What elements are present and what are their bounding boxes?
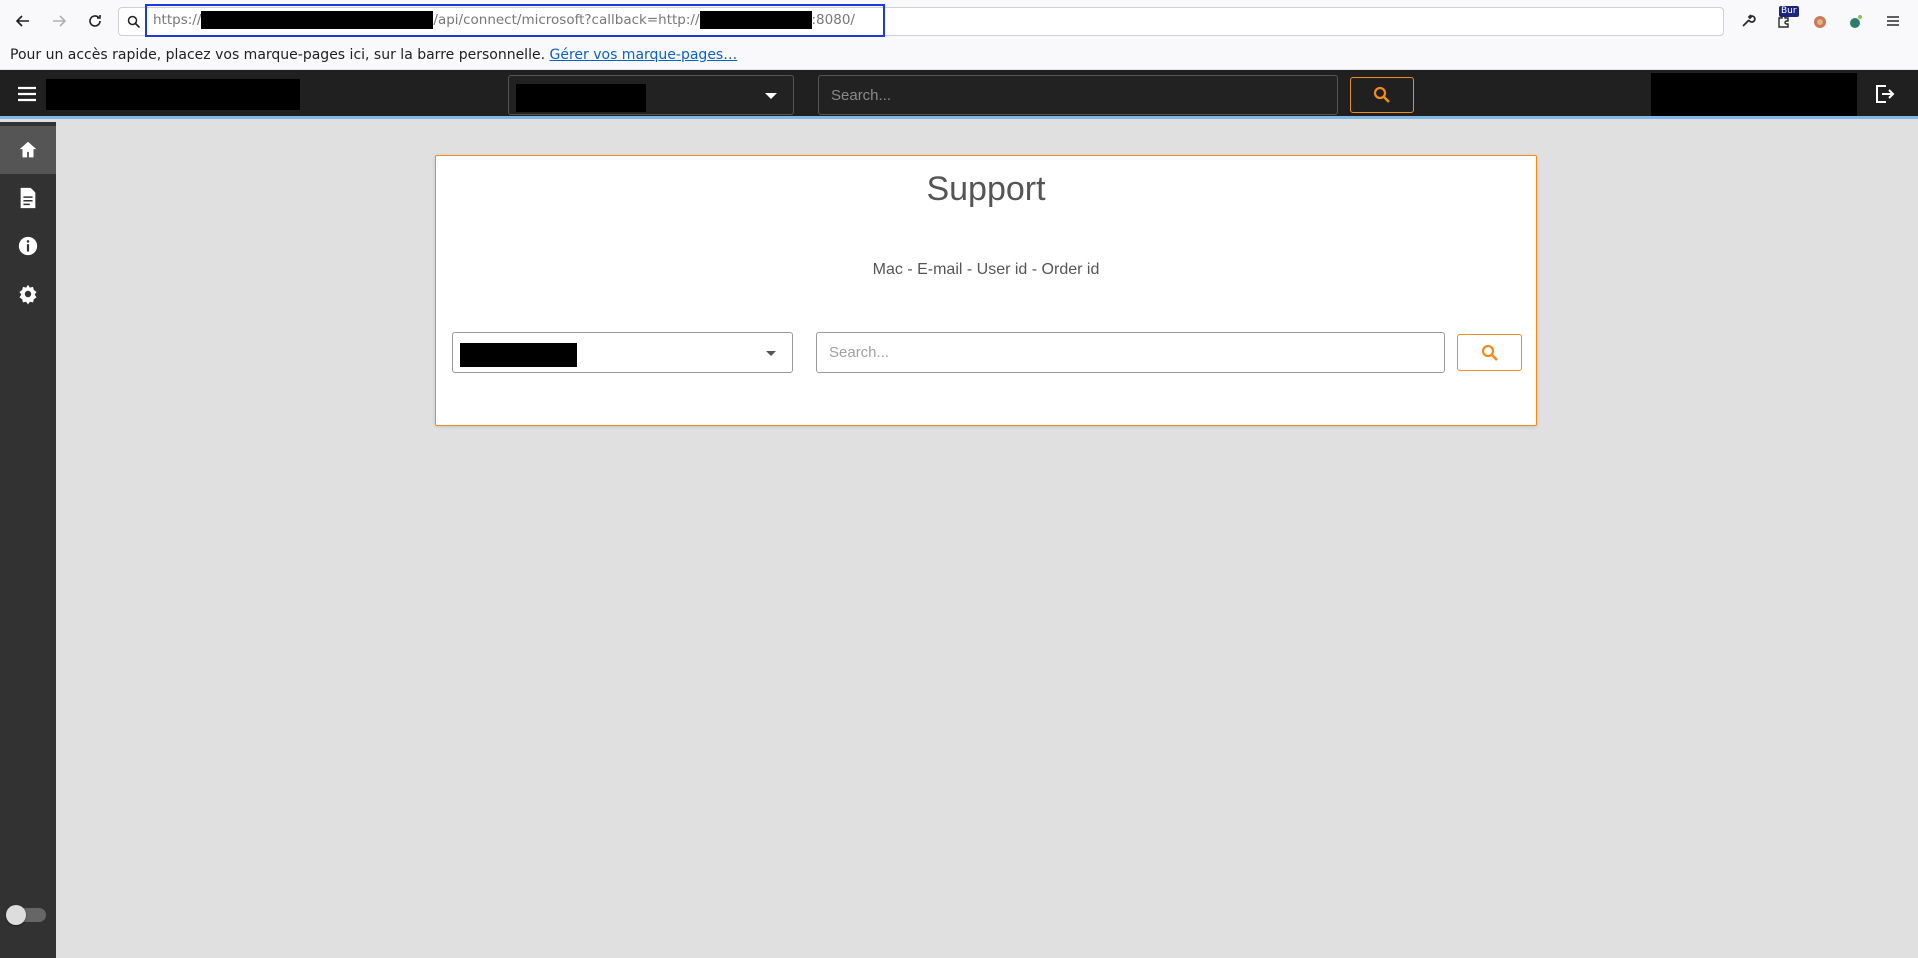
sidebar: [0, 122, 56, 958]
sidebar-item-documents[interactable]: [0, 174, 56, 222]
sidebar-item-info[interactable]: [0, 222, 56, 270]
chevron-down-icon: [765, 93, 777, 99]
hamburger-menu-button[interactable]: [14, 82, 40, 106]
redacted-user-info: [1651, 73, 1857, 116]
extension-bur-icon[interactable]: [1807, 8, 1833, 34]
redacted-select-value: [516, 84, 646, 112]
url-text[interactable]: https:// /api/connect/microsoft?callback…: [153, 11, 855, 29]
logout-icon[interactable]: [1872, 82, 1898, 108]
app-header: [0, 70, 1918, 119]
menu-icon: [1887, 16, 1899, 26]
gear-icon: [19, 284, 37, 305]
redacted-callback-host: [699, 11, 812, 29]
manage-bookmarks-link[interactable]: Gérer vos marque-pages…: [549, 47, 737, 63]
extension-grenade-icon[interactable]: [1843, 8, 1869, 34]
header-search-button[interactable]: [1350, 77, 1414, 113]
redacted-select-value: [460, 343, 577, 367]
header-search-input[interactable]: [818, 75, 1338, 115]
support-search-input[interactable]: [816, 332, 1445, 373]
extension-badge: Bur: [1779, 6, 1799, 17]
url-path: /api/connect/microsoft?callback=http://: [433, 12, 700, 28]
theme-toggle[interactable]: [6, 905, 46, 925]
url-port-path: :8080/: [811, 12, 855, 28]
redacted-host: [201, 11, 434, 29]
hamburger-icon: [18, 86, 36, 102]
reload-icon: [89, 15, 101, 27]
redacted-logo: [46, 79, 300, 110]
app-menu-button[interactable]: [1880, 8, 1906, 34]
home-icon: [19, 141, 37, 158]
forward-button[interactable]: [44, 8, 74, 34]
url-scheme: https://: [153, 12, 202, 28]
search-type-select[interactable]: [452, 332, 793, 373]
bookmarks-message: Pour un accès rapide, placez vos marque-…: [10, 47, 546, 63]
support-search-button[interactable]: [1457, 334, 1522, 371]
search-icon: [1373, 86, 1390, 103]
search-icon: [1481, 344, 1498, 361]
search-icon: [127, 14, 141, 33]
info-icon: [18, 236, 38, 256]
bookmarks-bar: Pour un accès rapide, placez vos marque-…: [0, 42, 1918, 70]
browser-toolbar: https:// /api/connect/microsoft?callback…: [0, 0, 1918, 42]
support-card: Support Mac - E-mail - User id - Order i…: [435, 155, 1537, 426]
wrench-icon[interactable]: [1735, 8, 1761, 34]
sidebar-item-home[interactable]: [0, 126, 56, 174]
toggle-knob: [6, 905, 26, 925]
back-button[interactable]: [8, 8, 38, 34]
reload-button[interactable]: [80, 8, 110, 34]
header-environment-select[interactable]: [508, 75, 794, 115]
page-title: Support: [926, 170, 1046, 208]
chevron-down-icon: [766, 351, 776, 356]
search-hint: Mac - E-mail - User id - Order id: [872, 261, 1100, 278]
sidebar-item-settings[interactable]: [0, 270, 56, 318]
document-icon: [20, 187, 36, 209]
arrow-left-icon: [15, 15, 29, 27]
arrow-right-icon: [53, 15, 67, 27]
